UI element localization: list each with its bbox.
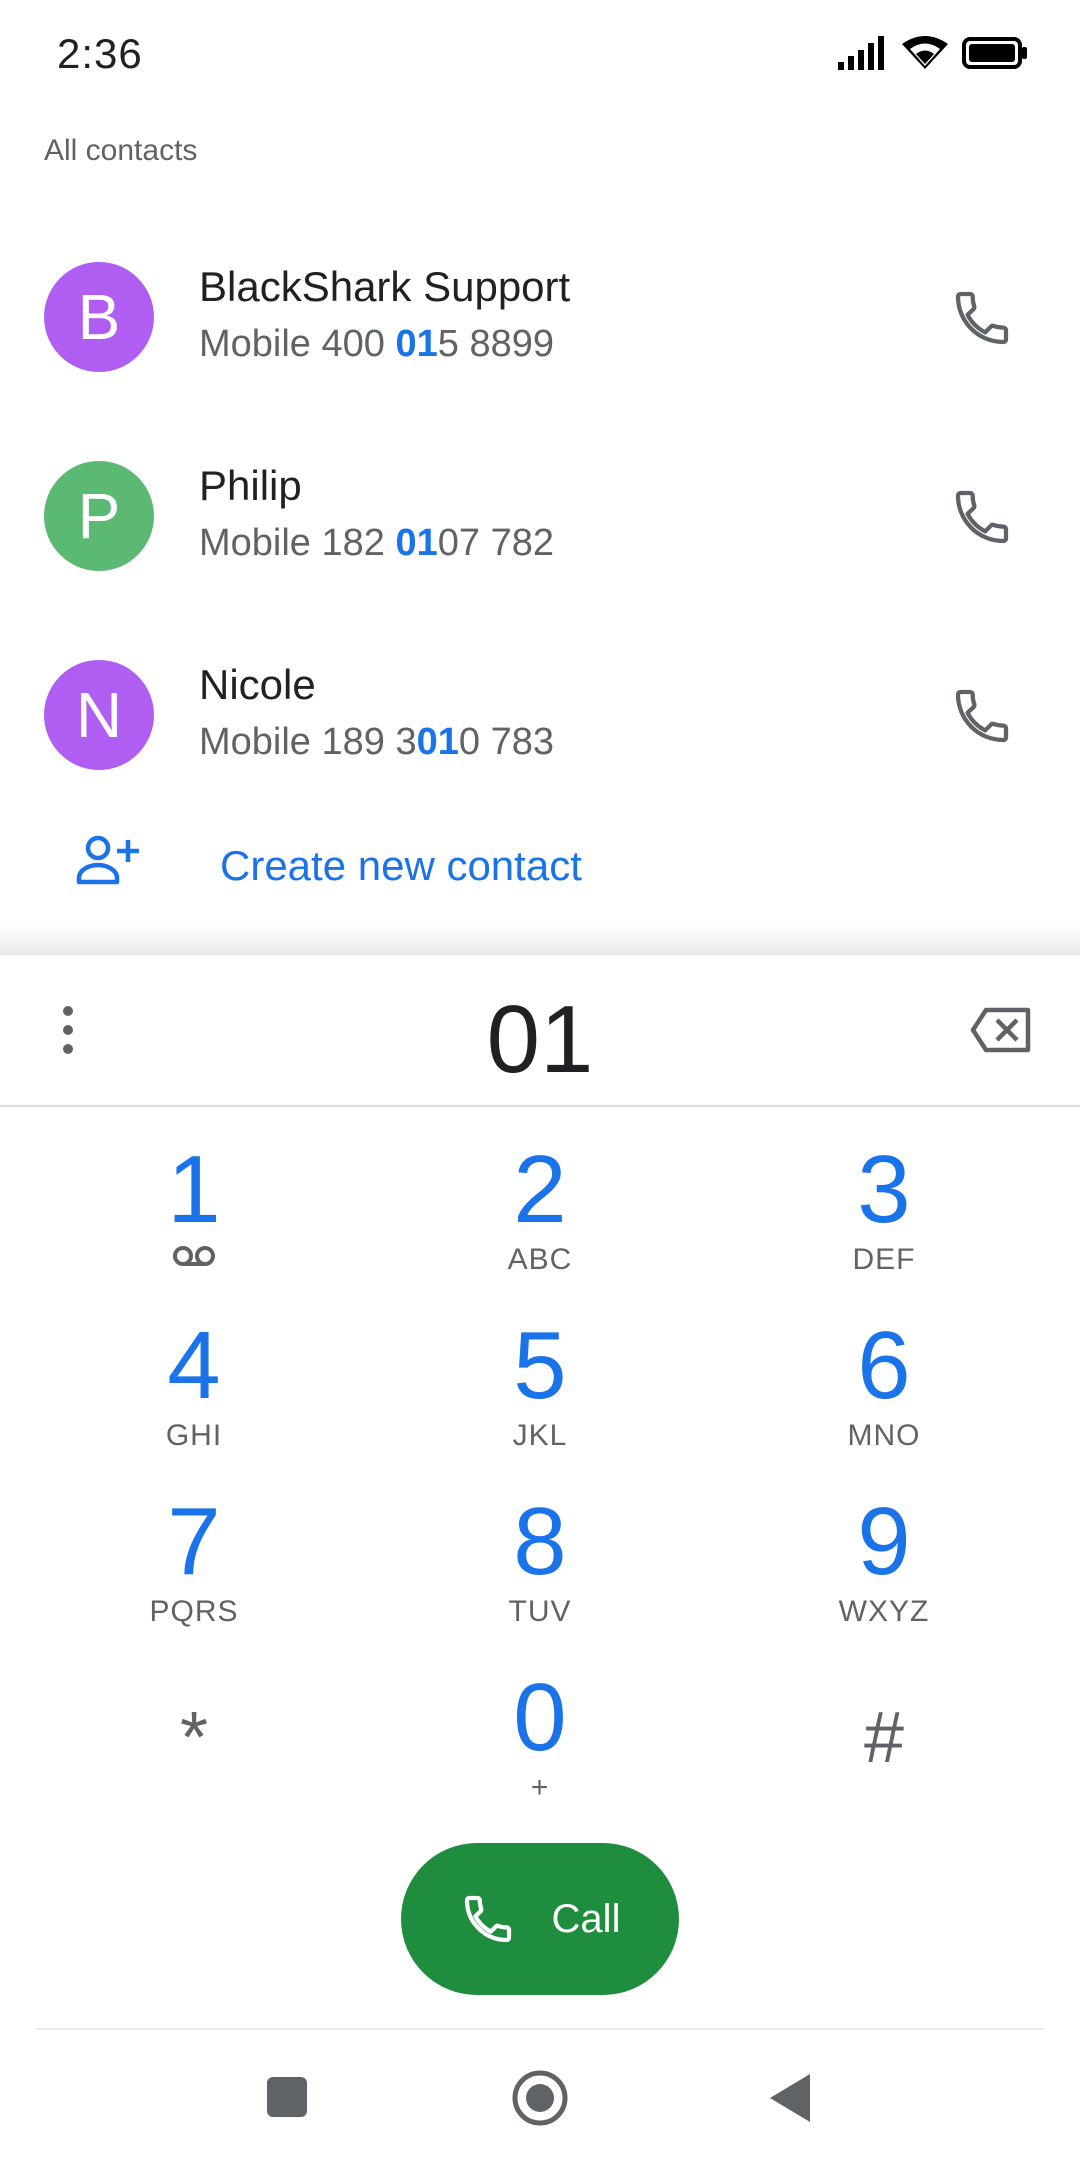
dial-key-0[interactable]: 0 + [410,1668,670,1838]
phone-icon[interactable] [950,684,1014,748]
dialed-digits[interactable]: 01 [0,985,1080,1095]
contact-name: Philip [199,462,302,509]
back-icon[interactable] [768,2072,812,2124]
contact-name: Nicole [199,661,316,708]
dialed-digits-row: 01 [0,955,1080,1107]
create-new-contact-button[interactable]: Create new contact [0,810,1080,920]
dial-key-2[interactable]: 2 ABC [410,1140,670,1310]
wifi-icon [902,36,948,69]
dialer-shadow [0,925,1080,955]
contact-row[interactable]: P Philip Mobile 182 0107 782 [0,416,1080,616]
dial-key-9[interactable]: 9 WXYZ [754,1492,1014,1662]
status-icons [838,36,1028,70]
add-person-icon [76,835,139,885]
create-new-contact-label: Create new contact [220,842,582,889]
voicemail-icon [173,1246,215,1266]
phone-icon[interactable] [950,286,1014,350]
dial-key-1[interactable]: 1 [64,1140,324,1310]
contact-number: Mobile 400 015 8899 [199,323,554,365]
phone-icon [464,1895,511,1943]
dial-key-7[interactable]: 7 PQRS [64,1492,324,1662]
contact-number: Mobile 182 0107 782 [199,522,554,564]
dial-key-3[interactable]: 3 DEF [754,1140,1014,1310]
avatar: P [44,461,154,571]
dial-key-5[interactable]: 5 JKL [410,1316,670,1486]
contact-number: Mobile 189 3010 783 [199,721,554,763]
signal-icon [838,36,884,70]
contact-name: BlackShark Support [199,263,571,310]
dial-key-star[interactable]: * [64,1668,324,1838]
dial-key-hash[interactable]: # [754,1668,1014,1838]
dial-key-8[interactable]: 8 TUV [410,1492,670,1662]
avatar: B [44,262,154,372]
battery-icon [962,37,1027,69]
contact-row[interactable]: N Nicole Mobile 189 3010 783 [0,615,1080,815]
phone-icon[interactable] [950,485,1014,549]
backspace-icon[interactable] [970,1007,1032,1053]
dial-key-4[interactable]: 4 GHI [64,1316,324,1486]
navigation-bar [0,2028,1080,2160]
section-label: All contacts [44,134,198,167]
avatar: N [44,660,154,770]
contact-row[interactable]: B BlackShark Support Mobile 400 015 8899 [0,217,1080,417]
status-bar: 2:36 [0,0,1080,110]
call-button[interactable]: Call [401,1843,679,1995]
status-time: 2:36 [57,30,143,77]
home-icon[interactable] [510,2068,570,2128]
call-label: Call [551,1896,621,1941]
recents-icon[interactable] [265,2075,309,2119]
dial-key-6[interactable]: 6 MNO [754,1316,1014,1486]
